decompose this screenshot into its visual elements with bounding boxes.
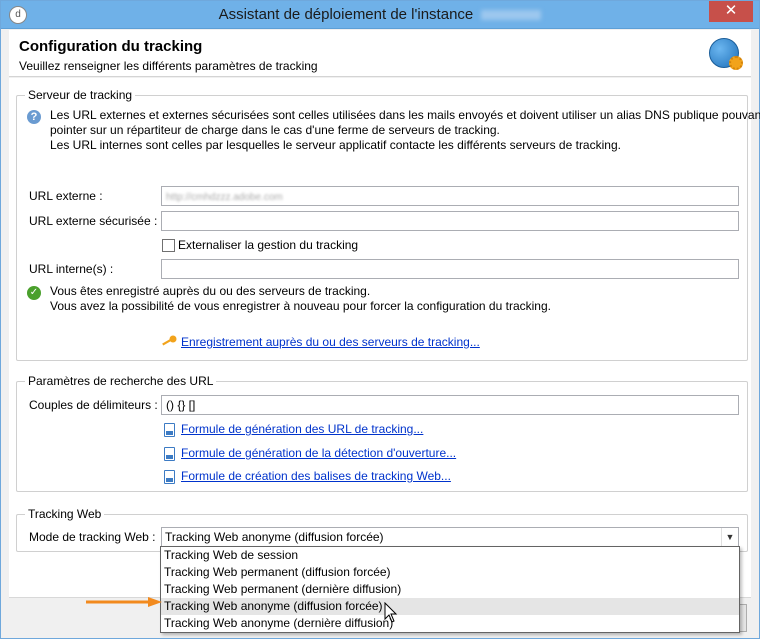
register-link[interactable]: Enregistrement auprès du ou des serveurs… [181,335,480,349]
wizard-window: d Assistant de déploiement de l'instance… [0,0,760,639]
dropdown-option[interactable]: Tracking Web permanent (dernière diffusi… [161,581,739,598]
wizard-header: Configuration du tracking Veuillez rense… [9,30,751,77]
delimiters-field[interactable]: () {} [] [161,395,739,415]
externalize-label[interactable]: Externaliser la gestion du tracking [178,238,358,252]
tracking-mode-label: Mode de tracking Web : [29,530,156,544]
web-tracking-legend: Tracking Web [25,507,105,521]
secure-url-field[interactable] [161,211,739,231]
tracking-server-legend: Serveur de tracking [25,88,136,102]
checkmark-icon: ✓ [27,286,41,300]
tracking-mode-value: Tracking Web anonyme (diffusion forcée) [165,530,384,544]
web-tracking-tag-formula-link[interactable]: Formule de création des balises de track… [181,469,451,483]
external-url-value: http://cmhdzzz.adobe.com [166,192,283,203]
dropdown-option-hovered[interactable]: Tracking Web anonyme (diffusion forcée) [161,598,739,615]
status-line-1: Vous êtes enregistré auprès du ou des se… [50,284,371,298]
question-info-icon: ? [27,110,41,124]
annotation-arrow-icon [86,597,162,607]
mouse-cursor-icon [384,602,398,623]
tracking-url-formula-link[interactable]: Formule de génération des URL de trackin… [181,422,423,436]
window-title: Assistant de déploiement de l'instance [1,6,759,23]
document-icon [164,470,175,484]
secure-url-label: URL externe sécurisée : [29,214,158,228]
internal-url-label: URL interne(s) : [29,262,114,276]
window-title-text: Assistant de déploiement de l'instance [218,6,474,23]
url-search-legend: Paramètres de recherche des URL [25,374,217,388]
document-icon [164,447,175,461]
open-detection-formula-link[interactable]: Formule de génération de la détection d'… [181,446,456,460]
dropdown-option[interactable]: Tracking Web de session [161,547,739,564]
page-subtitle: Veuillez renseigner les différents param… [19,59,318,73]
key-icon [162,335,177,346]
delimiters-label: Couples de délimiteurs : [29,398,158,412]
info-line-1: Les URL externes et externes sécurisées … [50,108,760,122]
close-button[interactable]: ✕ [709,1,753,22]
dropdown-option[interactable]: Tracking Web permanent (diffusion forcée… [161,564,739,581]
title-bar[interactable]: d Assistant de déploiement de l'instance… [1,1,759,29]
externalize-checkbox[interactable] [162,239,175,252]
window-title-blurred-suffix [481,10,542,21]
internal-url-field[interactable] [161,259,739,279]
external-url-field[interactable]: http://cmhdzzz.adobe.com [161,186,739,206]
info-line-2: pointer sur un répartiteur de charge dan… [50,123,500,137]
document-icon [164,423,175,437]
info-line-3: Les URL internes sont celles par lesquel… [50,138,621,152]
page-title: Configuration du tracking [19,38,203,55]
tracking-mode-select[interactable]: Tracking Web anonyme (diffusion forcée) … [161,527,739,547]
external-url-label: URL externe : [29,189,103,203]
chevron-down-icon[interactable]: ▼ [721,528,738,546]
status-line-2: Vous avez la possibilité de vous enregis… [50,299,551,313]
dropdown-option[interactable]: Tracking Web anonyme (dernière diffusion… [161,615,739,632]
tracking-mode-dropdown[interactable]: Tracking Web de session Tracking Web per… [160,546,740,633]
gear-icon [729,56,743,70]
